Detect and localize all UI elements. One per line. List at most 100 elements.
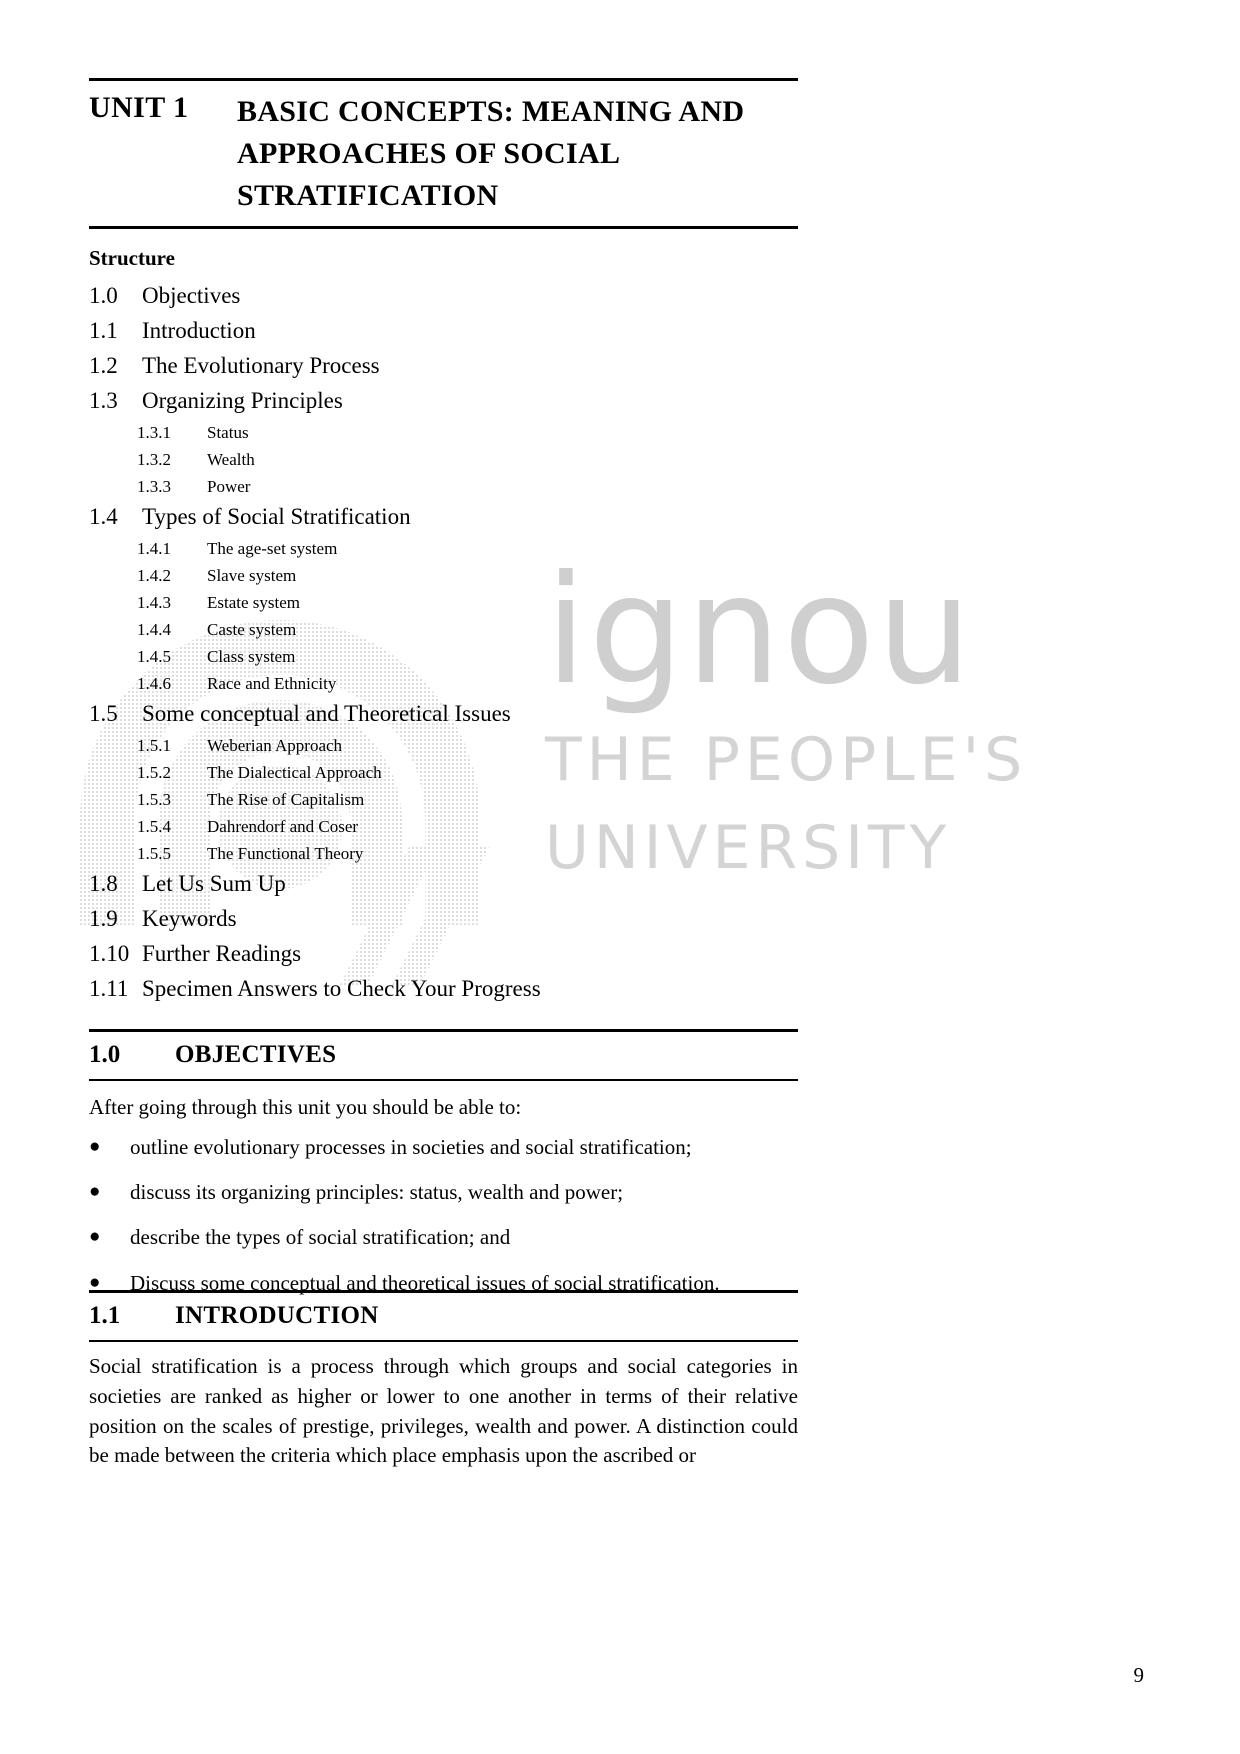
toc-item-1-5[interactable]: 1.5 Some conceptual and Theoretical Issue… (89, 702, 809, 725)
toc-item-number: 1.1 (89, 318, 118, 343)
toc-item-label: Slave system (207, 566, 297, 585)
toc-item-1-5-5[interactable]: 1.5.5 The Functional Theory (89, 845, 809, 862)
toc-item-1-5-1[interactable]: 1.5.1 Weberian Approach (89, 737, 809, 754)
toc-item-label: Wealth (207, 450, 255, 469)
introduction-bottom-rule (89, 1340, 798, 1342)
toc-item-label: Some conceptual and Theoretical Issues (142, 701, 511, 726)
objective-bullet-text: discuss its organizing principles: statu… (130, 1180, 624, 1205)
toc-item-number: 1.5.3 (137, 790, 171, 809)
introduction-heading-row: 1.1 INTRODUCTION (89, 1293, 798, 1340)
toc-item-label: The Dialectical Approach (207, 763, 382, 782)
toc-item-number: 1.4 (89, 504, 118, 529)
objectives-title: OBJECTIVES (175, 1041, 337, 1068)
toc-item-number: 1.4.4 (137, 620, 171, 639)
toc-item-1-9[interactable]: 1.9 Keywords (89, 907, 809, 930)
toc-item-1-4-1[interactable]: 1.4.1 The age-set system (89, 540, 809, 557)
objective-bullet-item: ● describe the types of social stratifica… (89, 1225, 798, 1250)
toc-item-1-5-2[interactable]: 1.5.2 The Dialectical Approach (89, 764, 809, 781)
toc-item-label: Keywords (142, 906, 237, 931)
toc-item-1-4-2[interactable]: 1.4.2 Slave system (89, 567, 809, 584)
toc-item-label: The Evolutionary Process (142, 353, 380, 378)
toc-item-1-5-3[interactable]: 1.5.3 The Rise of Capitalism (89, 791, 809, 808)
toc-item-1-5-4[interactable]: 1.5.4 Dahrendorf and Coser (89, 818, 809, 835)
toc-item-number: 1.4.3 (137, 593, 171, 612)
toc-item-number: 1.2 (89, 353, 118, 378)
unit-title-row: UNIT 1 BASIC CONCEPTS: MEANING AND APPRO… (89, 81, 798, 217)
toc-item-number: 1.4.1 (137, 539, 171, 558)
toc-item-label: Race and Ethnicity (207, 674, 337, 693)
objectives-heading-row: 1.0 OBJECTIVES (89, 1032, 798, 1079)
toc-item-number: 1.0 (89, 283, 118, 308)
structure-toc: 1.0 Objectives 1.1 Introduction 1.2 The Evolu… (89, 284, 809, 1012)
toc-item-number: 1.5.1 (137, 736, 171, 755)
objective-bullet-text: outline evolutionary processes in societ… (130, 1135, 692, 1159)
toc-item-1-11[interactable]: 1.11 Specimen Answers to Check Your Progr… (89, 977, 809, 1000)
toc-item-1-4-3[interactable]: 1.4.3 Estate system (89, 594, 809, 611)
toc-item-label: The age-set system (207, 539, 338, 558)
toc-item-label: Status (207, 423, 249, 442)
toc-item-label: Weberian Approach (207, 736, 343, 755)
toc-item-1-10[interactable]: 1.10 Further Readings (89, 942, 809, 965)
toc-item-1-4[interactable]: 1.4 Types of Social Stratification (89, 505, 809, 528)
toc-item-1-4-6[interactable]: 1.4.6 Race and Ethnicity (89, 675, 809, 692)
toc-item-number: 1.5 (89, 701, 118, 726)
toc-item-number: 1.4.5 (137, 647, 171, 666)
objective-bullet-item: ● outline evolutionary processes in socie… (89, 1135, 798, 1160)
toc-item-number: 1.3 (89, 388, 118, 413)
toc-item-number: 1.8 (89, 871, 118, 896)
toc-item-number: 1.3.1 (137, 423, 171, 442)
toc-item-label: The Rise of Capitalism (207, 790, 365, 809)
introduction-title: INTRODUCTION (175, 1302, 379, 1329)
toc-item-number: 1.5.4 (137, 817, 171, 836)
toc-item-1-2[interactable]: 1.2 The Evolutionary Process (89, 354, 809, 377)
toc-item-label: Estate system (207, 593, 301, 612)
toc-item-label: Further Readings (142, 941, 302, 966)
toc-item-number: 1.4.2 (137, 566, 171, 585)
toc-item-1-4-4[interactable]: 1.4.4 Caste system (89, 621, 809, 638)
introduction-number: 1.1 (89, 1302, 121, 1329)
toc-item-label: Let Us Sum Up (142, 871, 286, 896)
toc-item-label: Objectives (142, 283, 241, 308)
toc-item-label: Types of Social Stratification (142, 504, 411, 529)
unit-title-block: UNIT 1 BASIC CONCEPTS: MEANING AND APPRO… (89, 78, 798, 229)
toc-item-1-4-5[interactable]: 1.4.5 Class system (89, 648, 809, 665)
toc-item-number: 1.11 (89, 976, 129, 1001)
bullet-dot-icon: ● (89, 1226, 101, 1248)
toc-item-number: 1.4.6 (137, 674, 171, 693)
section-heading-introduction: 1.1 INTRODUCTION (89, 1290, 798, 1342)
unit-label: UNIT 1 (89, 91, 189, 124)
introduction-paragraph: Social stratification is a process throu… (89, 1354, 798, 1468)
page-title: BASIC CONCEPTS: MEANING AND APPROACHES O… (237, 95, 745, 212)
toc-item-1-3[interactable]: 1.3 Organizing Principles (89, 389, 809, 412)
bullet-dot-icon: ● (89, 1181, 101, 1203)
toc-item-label: Class system (207, 647, 296, 666)
toc-item-number: 1.9 (89, 906, 118, 931)
toc-item-label: Organizing Principles (142, 388, 343, 413)
toc-item-1-0[interactable]: 1.0 Objectives (89, 284, 809, 307)
bullet-dot-icon: ● (89, 1136, 101, 1157)
objectives-number: 1.0 (89, 1041, 121, 1068)
objectives-bullet-list: ● outline evolutionary processes in socie… (89, 1135, 798, 1316)
objective-bullet-item: ● discuss its organizing principles: stat… (89, 1180, 798, 1205)
toc-item-number: 1.10 (89, 941, 130, 966)
toc-item-1-8[interactable]: 1.8 Let Us Sum Up (89, 872, 809, 895)
toc-item-number: 1.3.2 (137, 450, 171, 469)
page-number: 9 (1133, 1663, 1145, 1687)
toc-item-label: Specimen Answers to Check Your Progress (142, 976, 541, 1001)
toc-item-1-3-2[interactable]: 1.3.2 Wealth (89, 451, 809, 468)
section-heading-objectives: 1.0 OBJECTIVES (89, 1029, 798, 1081)
toc-item-1-3-1[interactable]: 1.3.1 Status (89, 424, 809, 441)
document-page: ignou THE PEOPLE'S UNIVERSITY UNIT 1 BAS… (0, 0, 1240, 1754)
structure-heading: Structure (89, 246, 175, 270)
toc-item-label: Caste system (207, 620, 297, 639)
toc-item-number: 1.3.3 (137, 477, 171, 496)
objectives-intro-text: After going through this unit you should… (89, 1095, 522, 1119)
toc-item-label: The Functional Theory (207, 844, 364, 863)
objective-bullet-text: describe the types of social stratificat… (130, 1225, 511, 1250)
unit-bottom-rule (89, 226, 798, 229)
toc-item-label: Introduction (142, 318, 256, 343)
toc-item-label: Power (207, 477, 251, 496)
toc-item-1-3-3[interactable]: 1.3.3 Power (89, 478, 809, 495)
toc-item-number: 1.5.5 (137, 844, 171, 863)
toc-item-1-1[interactable]: 1.1 Introduction (89, 319, 809, 342)
